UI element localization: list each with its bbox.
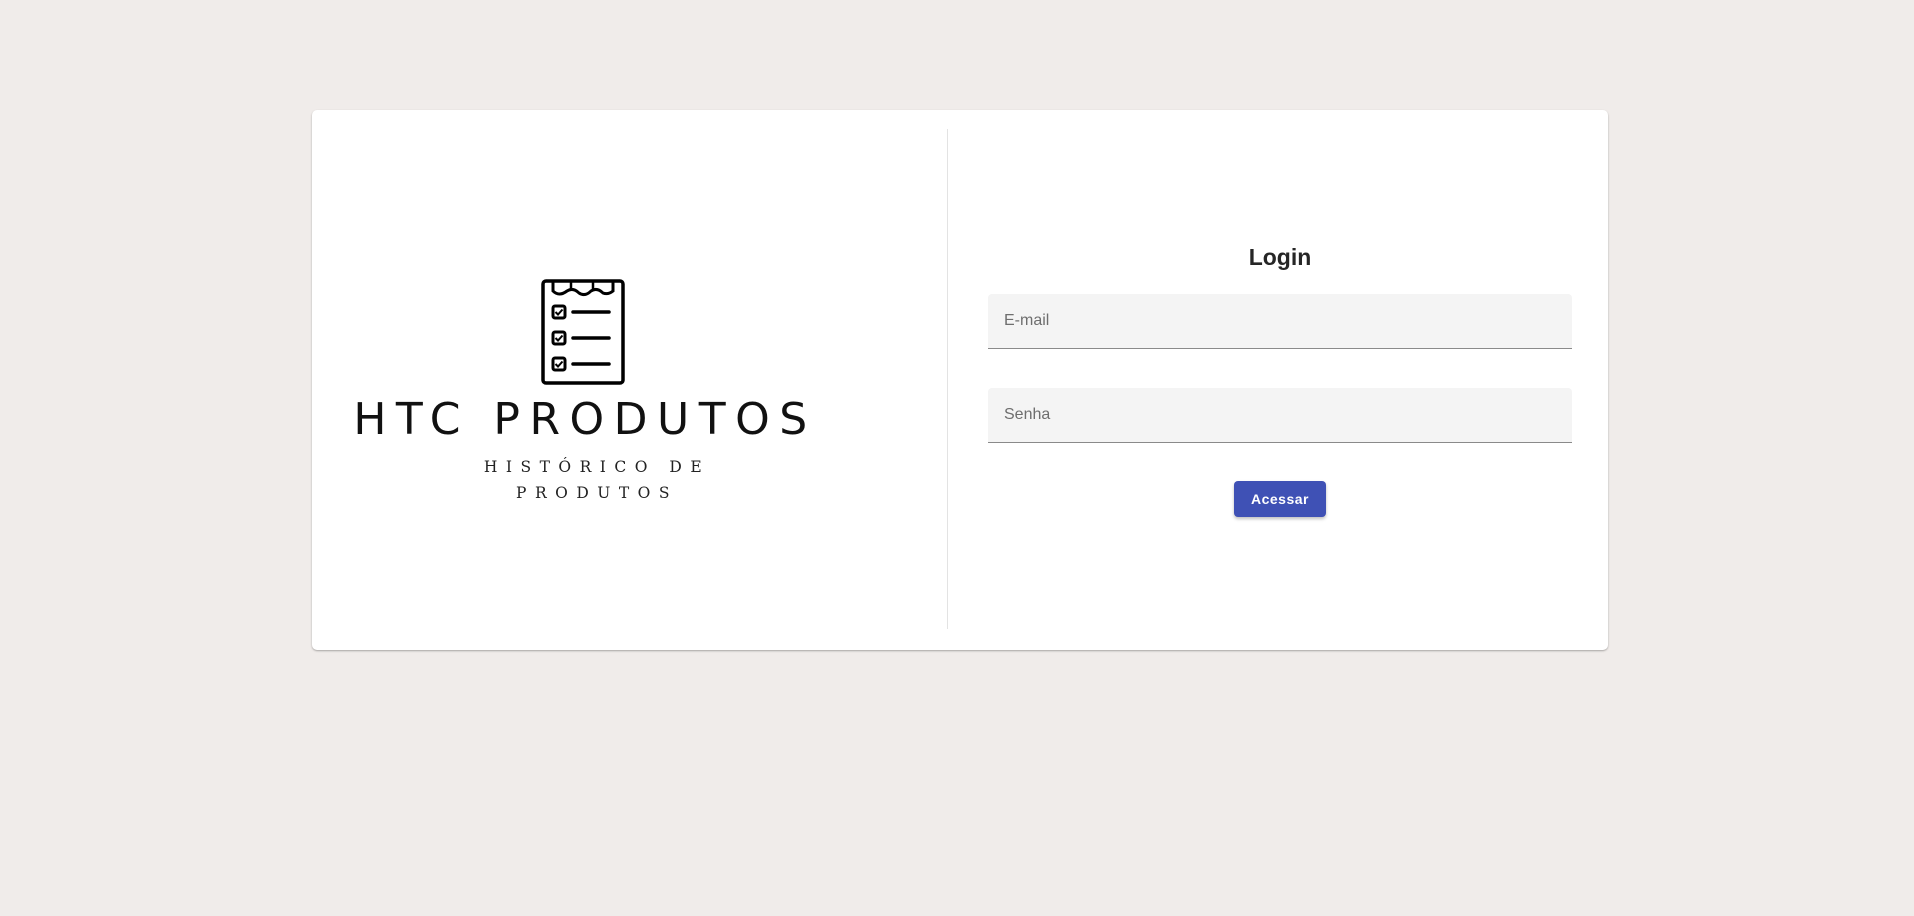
brand-title: HTC PRODUTOS	[353, 394, 817, 445]
password-field	[988, 388, 1572, 443]
email-input[interactable]	[988, 294, 1572, 348]
login-card: HTC PRODUTOS HISTÓRICO DE PRODUTOS Login…	[312, 110, 1608, 650]
panel-divider	[947, 129, 948, 629]
login-form: Login Acessar	[988, 110, 1572, 650]
email-field	[988, 294, 1572, 349]
login-title: Login	[1248, 244, 1312, 270]
brand-panel: HTC PRODUTOS HISTÓRICO DE PRODUTOS	[312, 110, 947, 650]
brand-subtitle: HISTÓRICO DE PRODUTOS	[483, 458, 711, 502]
login-button[interactable]: Acessar	[1234, 481, 1326, 517]
clipboard-checklist-icon	[541, 279, 625, 385]
password-input[interactable]	[988, 388, 1572, 442]
